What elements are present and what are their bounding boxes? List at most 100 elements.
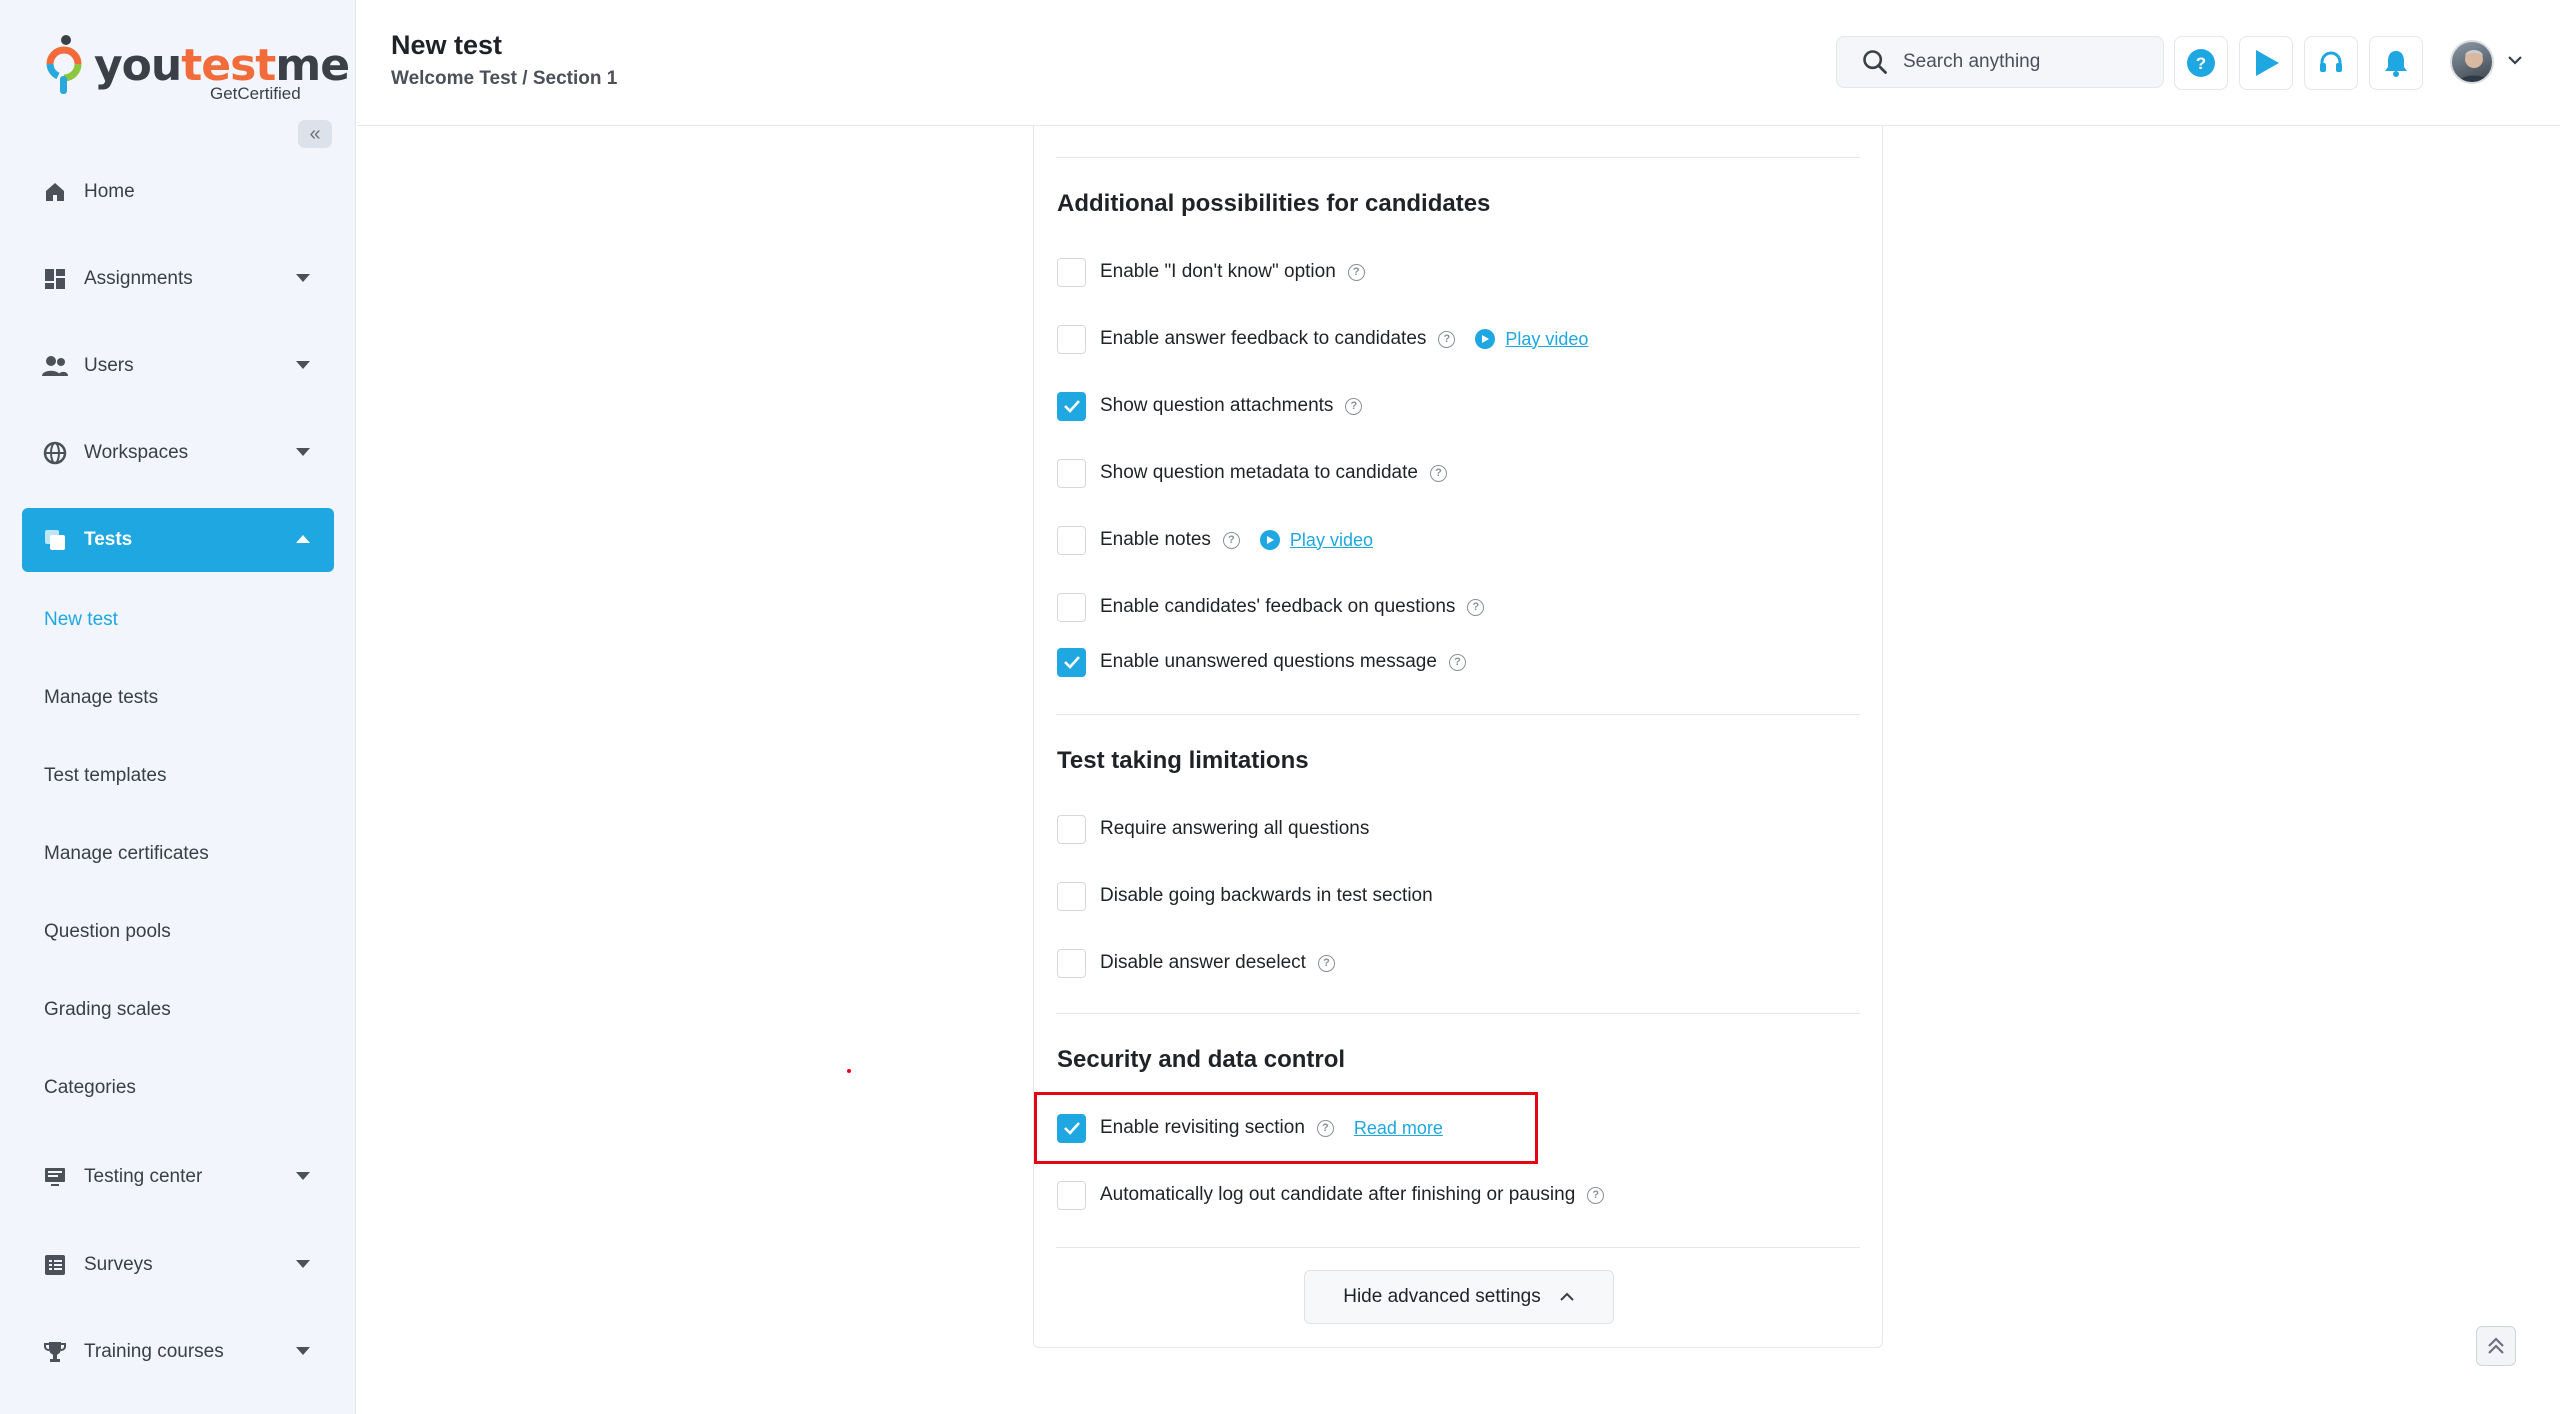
breadcrumb[interactable]: Welcome Test / Section 1 <box>391 68 617 90</box>
sidebar-subitem-question-pools[interactable]: Question pools <box>44 921 171 943</box>
checkbox[interactable] <box>1057 458 1086 488</box>
help-icon: ? <box>2187 49 2215 77</box>
cursor-marker <box>847 1069 851 1073</box>
link-label: Play video <box>1505 328 1589 349</box>
sidebar-item-label: Home <box>84 181 135 202</box>
sidebar-item-training-courses[interactable]: Training courses <box>22 1320 334 1384</box>
sidebar-subitem-manage-tests[interactable]: Manage tests <box>44 687 158 709</box>
option-disable-deselect[interactable]: Disable answer deselect ? <box>1057 948 1335 978</box>
chevron-up-icon <box>1560 1292 1574 1301</box>
checkbox[interactable] <box>1057 525 1086 555</box>
sidebar-item-testing-center[interactable]: Testing center <box>22 1145 334 1209</box>
help-circle-icon[interactable]: ? <box>1587 1186 1605 1204</box>
home-icon <box>42 179 68 205</box>
support-button[interactable] <box>2304 36 2358 90</box>
search-input[interactable] <box>1903 51 2143 73</box>
bell-icon <box>2385 51 2407 77</box>
checkbox-checked[interactable] <box>1057 391 1086 421</box>
option-label: Enable notes <box>1100 529 1211 550</box>
checkbox[interactable] <box>1057 592 1086 622</box>
help-circle-icon[interactable]: ? <box>1345 397 1363 415</box>
play-icon <box>2256 50 2279 76</box>
button-label: Hide advanced settings <box>1343 1286 1541 1307</box>
help-circle-icon[interactable]: ? <box>1429 464 1447 482</box>
page-title: New test <box>391 30 503 60</box>
sidebar-item-tests[interactable]: Tests <box>22 508 334 572</box>
sidebar-item-home[interactable]: Home <box>22 160 334 224</box>
sidebar-item-label: Training courses <box>84 1341 224 1362</box>
option-disable-backwards[interactable]: Disable going backwards in test section <box>1057 881 1433 911</box>
sidebar-item-label: Tests <box>84 529 133 550</box>
sidebar-item-assignments[interactable]: Assignments <box>22 247 334 311</box>
double-chevron-left-icon: « <box>309 122 321 145</box>
checkbox-checked[interactable] <box>1057 647 1086 677</box>
help-circle-icon[interactable]: ? <box>1448 653 1466 671</box>
checkbox[interactable] <box>1057 324 1086 354</box>
sidebar-subitem-categories[interactable]: Categories <box>44 1077 136 1099</box>
caret-down-icon <box>296 1172 310 1180</box>
sidebar-item-workspaces[interactable]: Workspaces <box>22 421 334 485</box>
help-button[interactable]: ? <box>2174 36 2228 90</box>
option-unanswered-message[interactable]: Enable unanswered questions message ? <box>1057 647 1466 677</box>
sidebar-item-surveys[interactable]: Surveys <box>22 1233 334 1297</box>
dashboard-icon <box>42 266 68 292</box>
section-title-security: Security and data control <box>1057 1046 1346 1073</box>
checkbox[interactable] <box>1057 948 1086 978</box>
option-label: Automatically log out candidate after fi… <box>1100 1184 1576 1205</box>
sidebar-item-label: Assignments <box>84 268 193 289</box>
play-tutorial-button[interactable] <box>2239 36 2293 90</box>
checkbox[interactable] <box>1057 814 1086 844</box>
option-question-metadata[interactable]: Show question metadata to candidate ? <box>1057 458 1447 488</box>
help-circle-icon[interactable]: ? <box>1467 598 1485 616</box>
help-circle-icon[interactable]: ? <box>1222 531 1240 549</box>
checkbox[interactable] <box>1057 881 1086 911</box>
logo[interactable]: youtestme GetCertified <box>44 34 350 104</box>
option-enable-notes[interactable]: Enable notes ? Play video <box>1057 525 1373 555</box>
option-revisiting-section[interactable]: Enable revisiting section ? Read more <box>1057 1113 1443 1143</box>
option-label: Enable unanswered questions message <box>1100 651 1437 672</box>
option-label: Enable answer feedback to candidates <box>1100 328 1427 349</box>
caret-down-icon <box>296 1347 310 1355</box>
help-circle-icon[interactable]: ? <box>1316 1119 1334 1137</box>
avatar[interactable] <box>2450 40 2494 84</box>
help-circle-icon[interactable]: ? <box>1347 263 1365 281</box>
option-dont-know[interactable]: Enable "I don't know" option ? <box>1057 257 1365 287</box>
chevron-down-icon[interactable] <box>2507 54 2523 66</box>
collapse-sidebar-button[interactable]: « <box>298 120 332 148</box>
users-icon <box>42 353 68 379</box>
play-video-link[interactable]: Play video <box>1475 329 1588 350</box>
checkbox[interactable] <box>1057 257 1086 287</box>
divider <box>1056 157 1860 158</box>
advanced-settings-card: Additional possibilities for candidates … <box>1033 126 1883 1348</box>
search-box[interactable] <box>1836 36 2164 88</box>
option-label: Show question attachments <box>1100 395 1334 416</box>
double-chevron-up-icon <box>2488 1337 2504 1354</box>
headset-icon <box>2320 51 2342 72</box>
checkbox[interactable] <box>1057 1180 1086 1210</box>
option-question-attachments[interactable]: Show question attachments ? <box>1057 391 1363 421</box>
sidebar-subitem-new-test[interactable]: New test <box>44 609 118 631</box>
hide-advanced-settings-button[interactable]: Hide advanced settings <box>1304 1270 1614 1324</box>
divider <box>1056 714 1860 715</box>
logo-mark-icon <box>46 35 82 94</box>
option-require-all[interactable]: Require answering all questions <box>1057 814 1369 844</box>
sidebar-item-label: Users <box>84 355 134 376</box>
scroll-to-top-button[interactable] <box>2476 1326 2516 1366</box>
read-more-link[interactable]: Read more <box>1354 1118 1443 1139</box>
trophy-icon <box>42 1339 68 1365</box>
sidebar-subitem-manage-certificates[interactable]: Manage certificates <box>44 843 209 865</box>
play-video-link[interactable]: Play video <box>1259 530 1373 551</box>
checkbox-checked[interactable] <box>1057 1113 1086 1143</box>
list-icon <box>42 1252 68 1278</box>
option-auto-logout[interactable]: Automatically log out candidate after fi… <box>1057 1180 1605 1210</box>
section-title-limitations: Test taking limitations <box>1057 747 1309 774</box>
option-candidates-feedback[interactable]: Enable candidates' feedback on questions… <box>1057 592 1485 622</box>
option-label: Enable revisiting section <box>1100 1117 1305 1138</box>
option-answer-feedback[interactable]: Enable answer feedback to candidates ? P… <box>1057 324 1588 354</box>
notifications-button[interactable] <box>2369 36 2423 90</box>
help-circle-icon[interactable]: ? <box>1438 330 1456 348</box>
sidebar-subitem-test-templates[interactable]: Test templates <box>44 765 167 787</box>
sidebar-subitem-grading-scales[interactable]: Grading scales <box>44 999 171 1021</box>
help-circle-icon[interactable]: ? <box>1317 954 1335 972</box>
sidebar-item-users[interactable]: Users <box>22 334 334 398</box>
